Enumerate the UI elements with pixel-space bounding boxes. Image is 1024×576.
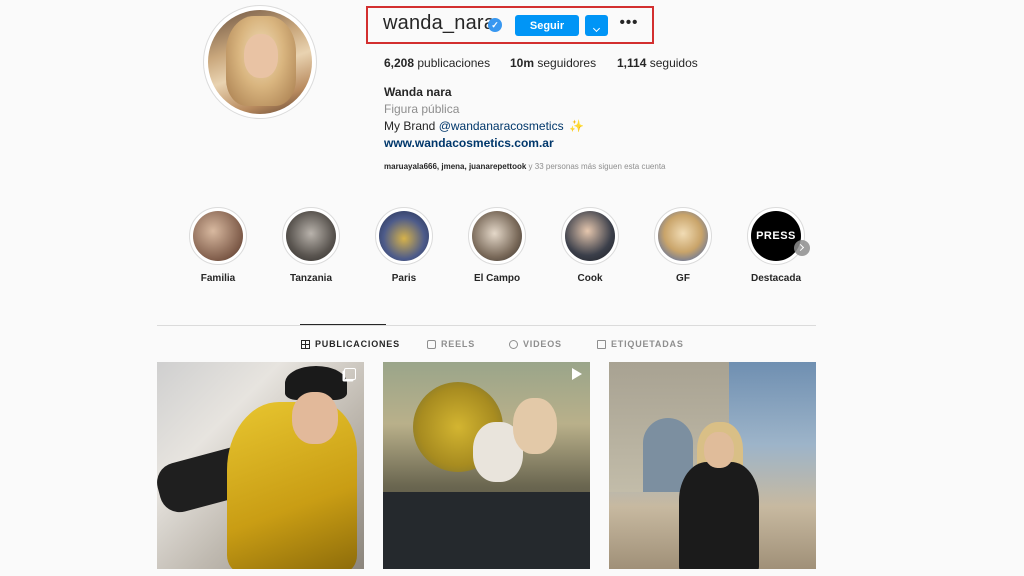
play-icon: [572, 368, 582, 380]
video-icon: [509, 339, 518, 349]
highlight-familia[interactable]: Familia: [178, 207, 258, 284]
post-thumbnail[interactable]: [157, 362, 364, 569]
sparkle-emoji-icon: ✨: [568, 119, 584, 133]
reels-icon: [427, 339, 436, 349]
tab-etiquetadas[interactable]: ETIQUETADAS: [597, 339, 684, 349]
chevron-right-icon: [796, 243, 805, 252]
followers-count[interactable]: 10m seguidores: [510, 56, 596, 70]
highlight-gf[interactable]: GF: [643, 207, 723, 284]
post-thumbnail[interactable]: [609, 362, 816, 569]
bio-brand-line: My Brand @wandanaracosmetics ✨: [384, 119, 584, 133]
multi-photo-icon: [344, 368, 356, 380]
follow-button[interactable]: Seguir: [515, 15, 579, 36]
tab-videos[interactable]: VIDEOS: [509, 339, 562, 349]
highlight-cook[interactable]: Cook: [550, 207, 630, 284]
active-tab-indicator: [300, 324, 386, 325]
brand-mention-link[interactable]: @wandanaracosmetics: [439, 119, 564, 133]
tagged-icon: [597, 339, 606, 349]
bio-category: Figura pública: [384, 102, 460, 116]
highlight-paris[interactable]: Paris: [364, 207, 444, 284]
highlight-tanzania[interactable]: Tanzania: [271, 207, 351, 284]
tab-publicaciones[interactable]: PUBLICACIONES: [301, 339, 400, 349]
following-count[interactable]: 1,114 seguidos: [617, 56, 698, 70]
verified-badge-icon: ✓: [488, 18, 502, 32]
suggested-accounts-dropdown-button[interactable]: [585, 15, 608, 36]
avatar-image: [208, 10, 312, 114]
bio-website-link[interactable]: www.wandacosmetics.com.ar: [384, 136, 554, 150]
tab-reels[interactable]: REELS: [427, 339, 475, 349]
highlights-next-button[interactable]: [794, 240, 810, 256]
grid-icon: [301, 339, 310, 349]
followed-by-text[interactable]: maruayala666, jmena, juanarepettook y 33…: [384, 162, 666, 171]
username: wanda_nara: [383, 12, 496, 34]
chevron-down-icon: [592, 24, 601, 33]
profile-avatar[interactable]: [203, 5, 317, 119]
post-thumbnail[interactable]: [383, 362, 590, 569]
bio-full-name: Wanda nara: [384, 85, 452, 99]
tabs-divider: [157, 325, 816, 326]
posts-count: 6,208 publicaciones: [384, 56, 491, 70]
highlight-el-campo[interactable]: El Campo: [457, 207, 537, 284]
more-options-button[interactable]: •••: [617, 15, 641, 36]
